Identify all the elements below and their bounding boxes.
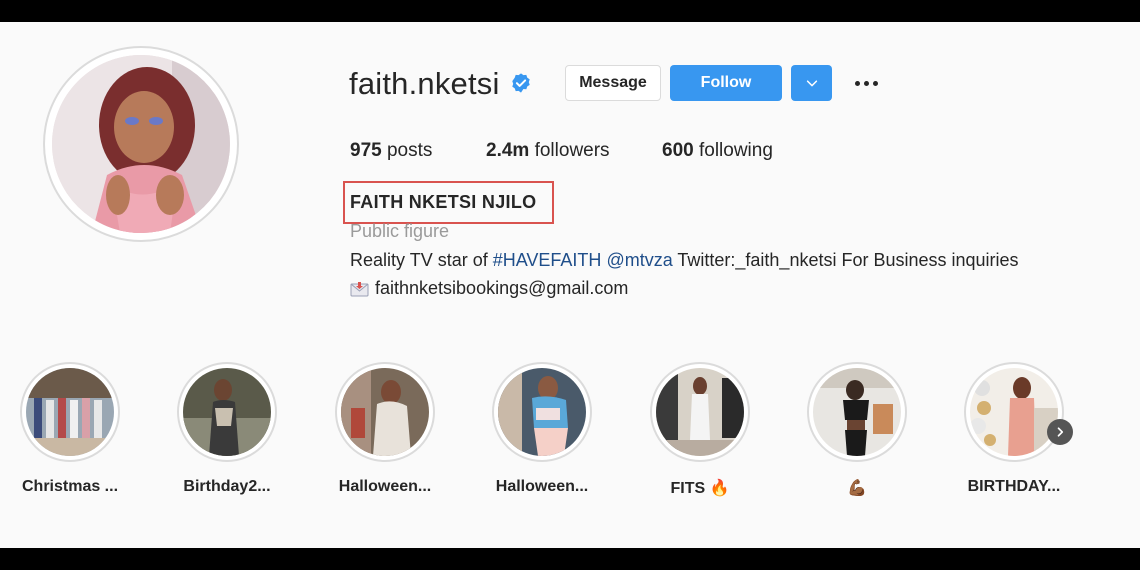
highlight-cover [183, 368, 271, 456]
profile-avatar[interactable] [43, 46, 239, 242]
chevron-right-icon [1057, 427, 1064, 437]
highlight-label: 💪🏾 [847, 480, 867, 497]
highlight-cover [26, 368, 114, 456]
highlight-cover [498, 368, 586, 456]
highlight-label: Halloween... [338, 478, 432, 495]
profile-page: faith.nketsi Message Follow 975 posts 2.… [0, 22, 1140, 548]
profile-email: faithnketsibookings@gmail.com [350, 278, 628, 299]
followers-link[interactable]: 2.4m followers [486, 140, 610, 162]
posts-count: 975 posts [350, 140, 433, 161]
chevron-down-icon [806, 80, 817, 87]
more-options-button[interactable] [850, 72, 882, 94]
highlight-cover [813, 368, 901, 456]
follow-button[interactable]: Follow [670, 65, 782, 101]
highlights-next-button[interactable] [1047, 419, 1073, 445]
highlight-cover [970, 368, 1058, 456]
envelope-icon [350, 281, 369, 296]
profile-bio: Reality TV star of #HAVEFAITH @mtvza Twi… [350, 250, 1019, 270]
highlight-cover [341, 368, 429, 456]
highlight-label: Halloween... [495, 478, 589, 495]
suggested-accounts-dropdown-button[interactable] [791, 65, 832, 101]
highlight-cover [656, 368, 744, 456]
following-link[interactable]: 600 following [662, 140, 773, 162]
highlight-label: Birthday2... [183, 478, 271, 495]
profile-full-name: FAITH NKETSI NJILO [350, 192, 537, 212]
mention-link[interactable]: @mtvza [606, 250, 672, 270]
highlight-label: FITS 🔥 [670, 480, 730, 497]
highlight-label: BIRTHDAY... [967, 478, 1061, 495]
hashtag-link[interactable]: #HAVEFAITH [493, 250, 602, 270]
verified-badge-icon [510, 72, 532, 94]
profile-category: Public figure [350, 221, 450, 241]
highlight-label: Christmas ... [21, 478, 119, 495]
message-button[interactable]: Message [565, 65, 661, 101]
ellipsis-icon [854, 80, 860, 86]
avatar-photo [52, 55, 230, 233]
profile-username: faith.nketsi [349, 66, 500, 101]
